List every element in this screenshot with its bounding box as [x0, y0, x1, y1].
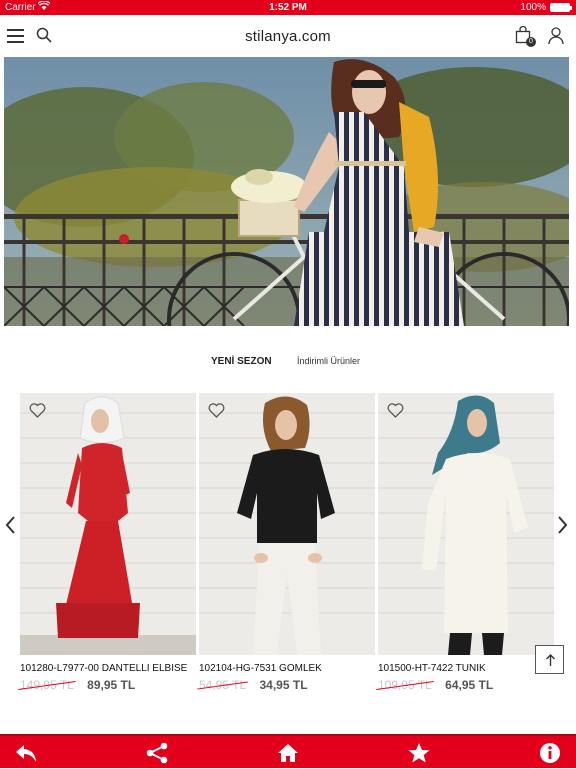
carousel-next-icon[interactable]	[557, 515, 569, 541]
tab-new-season[interactable]: YENİ SEZON	[211, 356, 272, 367]
product-image[interactable]	[378, 393, 554, 655]
arrow-up-icon	[536, 654, 565, 679]
product-image[interactable]	[199, 393, 375, 655]
product-card[interactable]: 102104-HG-7531 GOMLEK 54,95 TL 34,95 TL	[199, 393, 375, 692]
hero-banner[interactable]	[4, 57, 569, 326]
old-price: 54,95 TL	[199, 678, 247, 692]
battery-icon	[550, 3, 572, 12]
product-name[interactable]: 101280-L7977-00 DANTELLI ELBISE	[20, 663, 196, 674]
old-price: 149,95 TL	[20, 678, 74, 692]
product-name[interactable]: 102104-HG-7531 GOMLEK	[199, 663, 375, 674]
back-icon[interactable]	[14, 742, 38, 764]
tab-discounted[interactable]: İndirimli Ürünler	[297, 356, 360, 366]
favorite-heart-icon[interactable]	[29, 403, 46, 423]
site-logo[interactable]: stilanya.com	[0, 28, 576, 45]
cart-count-badge: 0	[526, 37, 536, 47]
star-icon[interactable]	[407, 742, 431, 764]
product-tabs: YENİ SEZON İndirimli Ürünler	[0, 356, 576, 372]
share-icon[interactable]	[145, 742, 169, 764]
bottom-toolbar	[0, 734, 576, 768]
home-icon[interactable]	[276, 742, 300, 764]
current-price: 89,95 TL	[87, 678, 136, 692]
current-price: 34,95 TL	[259, 678, 308, 692]
clock: 1:52 PM	[269, 2, 307, 13]
product-card[interactable]: 101500-HT-7422 TUNIK 109,95 TL 64,95 TL	[378, 393, 554, 692]
product-name[interactable]: 101500-HT-7422 TUNIK	[378, 663, 554, 674]
user-icon[interactable]	[548, 27, 564, 50]
favorite-heart-icon[interactable]	[387, 403, 404, 423]
scroll-to-top-button[interactable]	[535, 645, 564, 674]
current-price: 64,95 TL	[445, 678, 494, 692]
app-header: stilanya.com 0	[0, 15, 576, 57]
old-price: 109,95 TL	[378, 678, 432, 692]
carousel-prev-icon[interactable]	[4, 515, 16, 541]
status-bar: Carrier 1:52 PM 100%	[0, 0, 576, 15]
product-image[interactable]	[20, 393, 196, 655]
favorite-heart-icon[interactable]	[208, 403, 225, 423]
battery-percent: 100%	[520, 2, 546, 13]
info-icon[interactable]	[538, 742, 562, 764]
product-card[interactable]: 101280-L7977-00 DANTELLI ELBISE 149,95 T…	[20, 393, 196, 692]
